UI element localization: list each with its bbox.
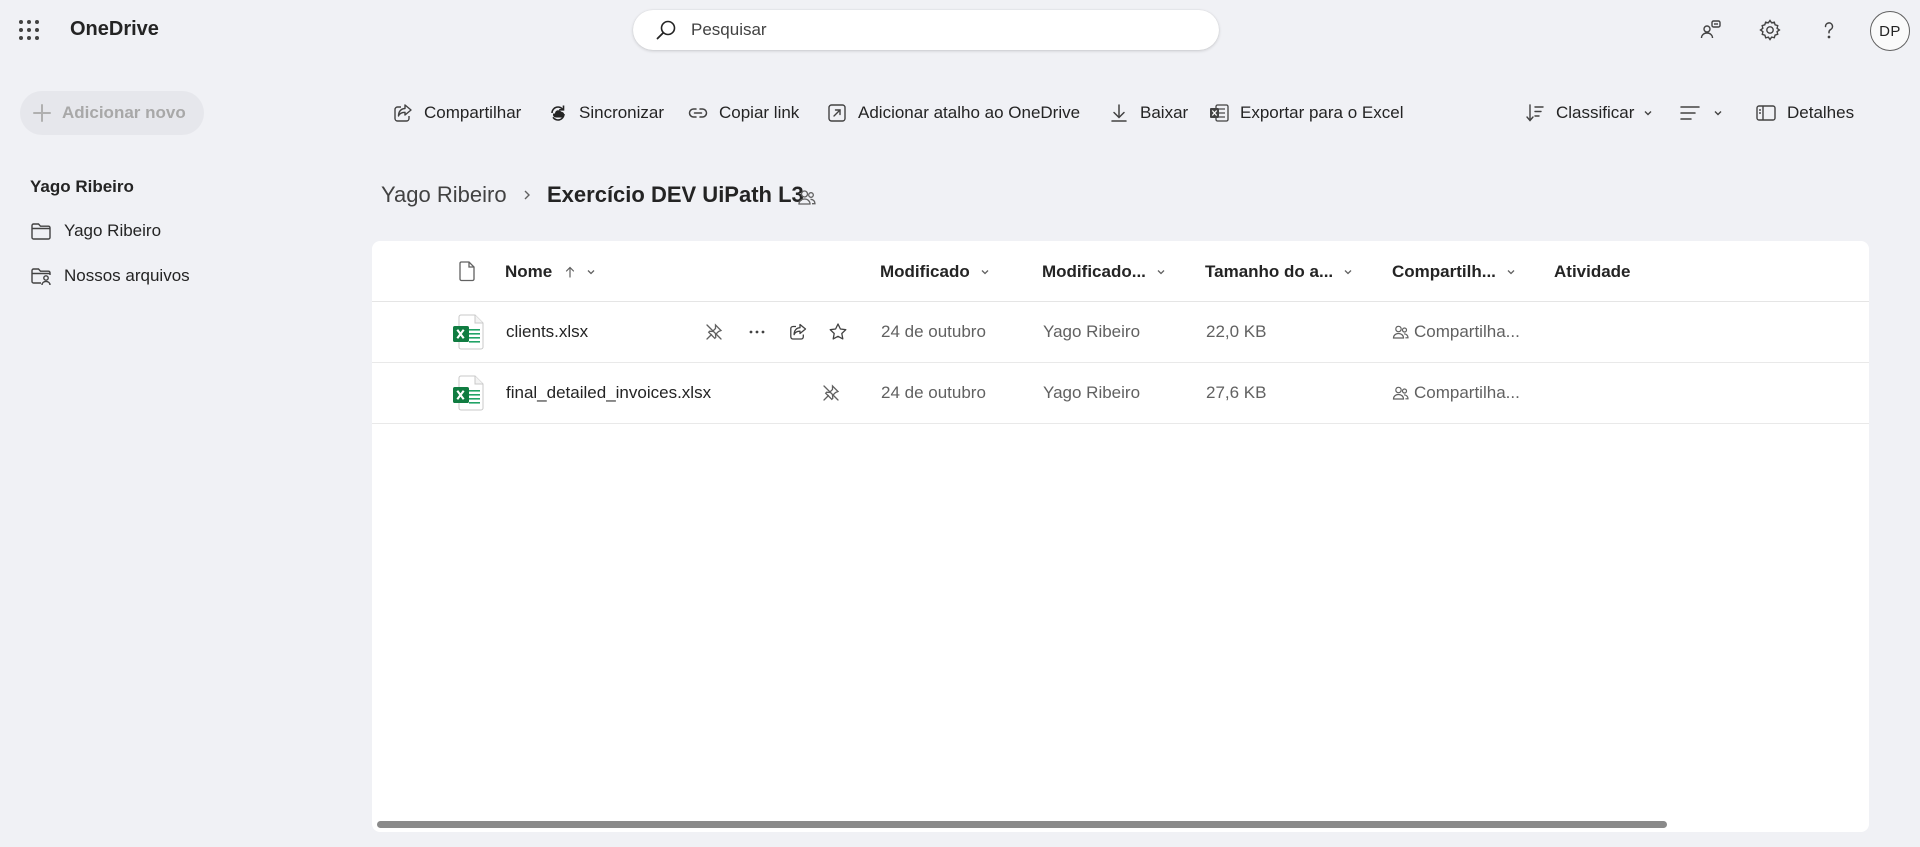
premium-icon[interactable] — [1697, 16, 1725, 44]
excel-file-icon — [453, 375, 484, 411]
column-header-row: Nome Modificado Modificado... Tamanho do… — [372, 241, 1869, 302]
sidebar-item-label: Nossos arquivos — [64, 266, 190, 285]
folder-icon — [31, 223, 51, 240]
export-excel-button[interactable]: Exportar para o Excel — [1208, 97, 1403, 129]
chevron-down-icon — [587, 270, 595, 275]
sync-label: Sincronizar — [579, 103, 665, 122]
download-icon — [1111, 104, 1127, 122]
app-name[interactable]: OneDrive — [70, 18, 159, 41]
view-list-icon — [1680, 106, 1700, 120]
search-icon — [656, 20, 676, 40]
file-sharing-label: Compartilha... — [1414, 322, 1520, 341]
chevron-down-icon — [981, 270, 989, 275]
breadcrumb-current: Exercício DEV UiPath L3 — [547, 182, 804, 207]
sidebar-item-label: Yago Ribeiro — [64, 221, 162, 240]
column-size-label: Tamanho do a... — [1205, 262, 1334, 281]
people-icon — [1392, 325, 1409, 339]
chevron-down-icon — [1157, 270, 1165, 275]
copy-link-button[interactable]: Copiar link — [687, 97, 799, 129]
shared-people-icon[interactable] — [797, 187, 817, 207]
column-name[interactable]: Nome — [505, 261, 596, 283]
column-modified-by[interactable]: Modificado... — [1042, 261, 1166, 283]
column-modified[interactable]: Modificado — [880, 261, 990, 283]
column-activity-label: Atividade — [1554, 262, 1631, 281]
plus-icon — [33, 104, 51, 122]
add-shortcut-label: Adicionar atalho ao OneDrive — [858, 103, 1081, 122]
top-header: OneDrive DP — [0, 0, 1920, 62]
chevron-right-icon — [524, 190, 530, 200]
pin-icon[interactable] — [819, 381, 843, 405]
file-type-icon[interactable] — [457, 260, 477, 282]
sidebar-item-yago-ribeiro[interactable]: Yago Ribeiro — [30, 216, 161, 246]
file-modified-by[interactable]: Yago Ribeiro — [1043, 383, 1140, 403]
file-modified-by[interactable]: Yago Ribeiro — [1043, 322, 1140, 342]
file-size: 27,6 KB — [1206, 383, 1267, 402]
add-shortcut-button[interactable]: Adicionar atalho ao OneDrive — [826, 97, 1080, 129]
shared-folder-icon — [31, 268, 51, 286]
file-sharing-label: Compartilha... — [1414, 383, 1520, 402]
waffle-icon[interactable] — [18, 19, 40, 41]
search-box[interactable] — [633, 10, 1219, 50]
file-modified: 24 de outubro — [881, 383, 986, 402]
sidebar-item-nossos-arquivos[interactable]: Nossos arquivos — [30, 261, 190, 291]
details-label: Detalhes — [1787, 103, 1855, 122]
share-button[interactable]: Compartilhar — [392, 97, 521, 129]
column-sharing-label: Compartilh... — [1392, 262, 1496, 281]
details-pane-icon — [1756, 105, 1776, 121]
help-icon[interactable] — [1815, 16, 1843, 44]
download-button[interactable]: Baixar — [1108, 97, 1188, 129]
add-new-button[interactable]: Adicionar novo — [20, 91, 204, 135]
shortcut-icon — [828, 104, 846, 122]
column-modified-by-label: Modificado... — [1042, 262, 1146, 281]
file-list-panel: Nome Modificado Modificado... Tamanho do… — [372, 241, 1869, 832]
avatar[interactable]: DP — [1870, 11, 1910, 51]
column-name-label: Nome — [505, 262, 553, 281]
chevron-down-icon — [1644, 111, 1652, 116]
sidebar-section-title: Yago Ribeiro — [30, 177, 134, 196]
sort-ascending-icon — [566, 266, 575, 278]
file-modified: 24 de outubro — [881, 322, 986, 341]
search-input[interactable] — [691, 20, 1171, 40]
export-excel-label: Exportar para o Excel — [1240, 103, 1404, 122]
excel-export-icon — [1210, 104, 1229, 122]
horizontal-scrollbar[interactable] — [377, 821, 1667, 828]
star-icon[interactable] — [826, 320, 850, 344]
link-icon — [688, 108, 708, 118]
sort-icon — [1526, 104, 1544, 122]
file-name[interactable]: final_detailed_invoices.xlsx — [506, 383, 711, 403]
file-name[interactable]: clients.xlsx — [506, 322, 588, 342]
people-icon — [1392, 386, 1409, 400]
gear-icon[interactable] — [1756, 16, 1784, 44]
chevron-down-icon — [1344, 270, 1352, 275]
sync-button[interactable]: Sincronizar — [547, 97, 664, 129]
more-options-icon[interactable] — [745, 320, 769, 344]
column-activity[interactable]: Atividade — [1554, 261, 1631, 283]
share-icon — [394, 104, 412, 122]
pin-icon[interactable] — [702, 320, 726, 344]
details-button[interactable]: Detalhes — [1755, 97, 1854, 129]
excel-file-icon — [453, 314, 484, 350]
table-row[interactable]: clients.xlsx 24 de outubro Yago Ribeiro … — [372, 302, 1869, 363]
view-options-button[interactable] — [1679, 97, 1723, 129]
sort-button[interactable]: Classificar — [1524, 97, 1653, 129]
file-sharing[interactable]: Compartilha... — [1392, 383, 1520, 403]
chevron-down-icon — [1714, 111, 1722, 116]
chevron-down-icon — [1507, 270, 1515, 275]
share-icon[interactable] — [786, 320, 810, 344]
table-row[interactable]: final_detailed_invoices.xlsx 24 de outub… — [372, 363, 1869, 424]
sort-label: Classificar — [1556, 103, 1635, 122]
copy-link-label: Copiar link — [719, 103, 800, 122]
breadcrumb-parent[interactable]: Yago Ribeiro — [381, 182, 507, 208]
column-size[interactable]: Tamanho do a... — [1205, 261, 1353, 283]
column-sharing[interactable]: Compartilh... — [1392, 261, 1516, 283]
add-new-label: Adicionar novo — [62, 103, 186, 122]
file-sharing[interactable]: Compartilha... — [1392, 322, 1520, 342]
sync-icon — [551, 105, 565, 121]
share-label: Compartilhar — [424, 103, 522, 122]
file-size: 22,0 KB — [1206, 322, 1267, 341]
column-modified-label: Modificado — [880, 262, 970, 281]
download-label: Baixar — [1140, 103, 1189, 122]
